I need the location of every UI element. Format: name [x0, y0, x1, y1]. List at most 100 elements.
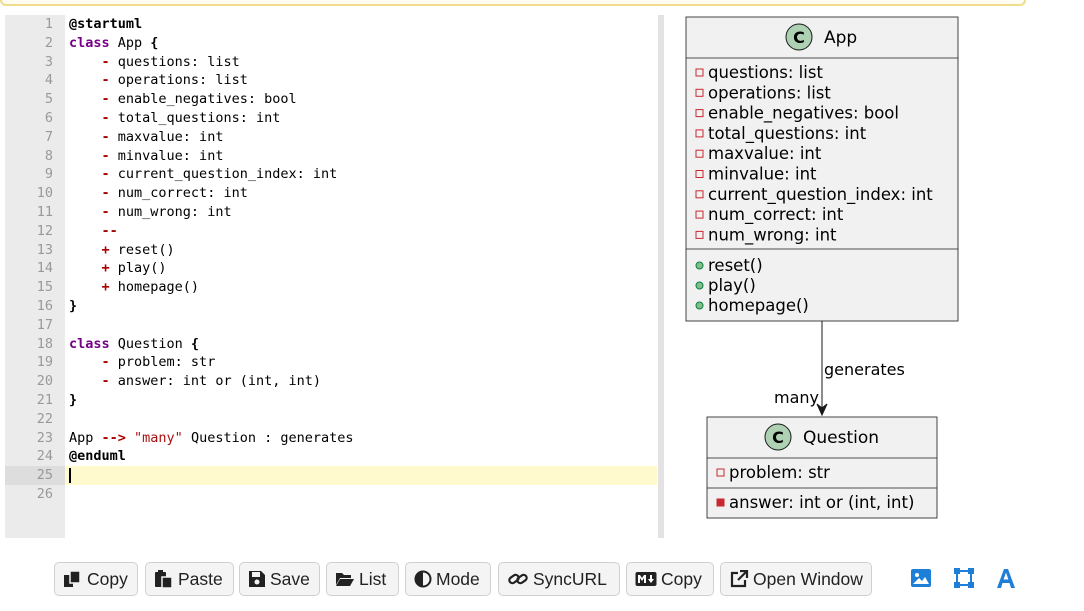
line-number: 5 — [44, 91, 53, 108]
code-line[interactable]: 8 - minvalue: int — [5, 147, 657, 166]
app-field: minvalue: int — [708, 165, 817, 184]
mode-button-label: Mode — [436, 568, 480, 589]
code-line[interactable]: 1 @startuml — [5, 15, 657, 34]
paste-button[interactable]: Paste — [145, 562, 234, 596]
code-line[interactable]: 11 - num_wrong: int — [5, 203, 657, 222]
code-line[interactable]: 25 — [5, 466, 657, 485]
code-token: answer: int or (int, int) — [109, 373, 321, 390]
code-line[interactable]: 13 + reset() — [5, 241, 657, 260]
code-line[interactable]: 23 App --> "many" Question : generates — [5, 429, 657, 448]
paste-button-label: Paste — [178, 568, 223, 589]
code-token: play() — [109, 260, 167, 277]
code-token: class — [69, 335, 110, 352]
code-line[interactable]: 19 - problem: str — [5, 353, 657, 372]
line-number: 26 — [36, 485, 53, 502]
app-field: enable_negatives: bool — [708, 104, 899, 124]
code-line[interactable]: 22 — [5, 410, 657, 429]
code-text: class App { — [69, 34, 158, 53]
code-line[interactable]: 15 + homepage() — [5, 278, 657, 297]
app-field: num_wrong: int — [708, 225, 837, 245]
code-line[interactable]: 21} — [5, 391, 657, 410]
code-line[interactable]: 12 -- — [5, 222, 657, 241]
save-button[interactable]: Save — [239, 562, 320, 596]
code-text: - num_correct: int — [69, 184, 248, 203]
code-text: - num_wrong: int — [69, 203, 232, 222]
code-token: homepage() — [109, 279, 200, 296]
line-number: 11 — [36, 203, 53, 220]
line-number: 9 — [44, 166, 53, 183]
open-window-button[interactable]: Open Window — [720, 562, 872, 596]
line-number: 24 — [36, 448, 53, 465]
syncurl-button-label: SyncURL — [533, 568, 607, 589]
list-button-label: List — [359, 568, 387, 589]
code-token: App — [109, 34, 151, 51]
code-text: - answer: int or (int, int) — [69, 372, 321, 391]
code-token: - — [101, 53, 110, 70]
contrast-icon — [414, 570, 432, 588]
code-line[interactable]: 18 class Question { — [5, 335, 657, 354]
relation-generates: generates many — [774, 321, 905, 417]
code-line[interactable]: 7 - maxvalue: int — [5, 128, 657, 147]
syncurl-button[interactable]: SyncURL — [498, 562, 620, 596]
markdown-copy-button[interactable]: Copy — [626, 562, 714, 596]
link-icon — [508, 573, 528, 585]
line-number: 8 — [44, 147, 53, 164]
code-line[interactable]: 20 - answer: int or (int, int) — [5, 372, 657, 391]
font-icon[interactable] — [994, 566, 1018, 590]
code-line[interactable]: 3 - questions: list — [5, 53, 657, 72]
code-line[interactable]: 6 - total_questions: int — [5, 109, 657, 128]
code-line[interactable]: 24 @enduml — [5, 447, 657, 466]
code-token: - — [101, 147, 110, 164]
line-number: 18 — [36, 335, 53, 352]
resize-icon[interactable] — [952, 566, 976, 590]
app-method: reset() — [708, 256, 763, 275]
code-line[interactable]: 16} — [5, 297, 657, 316]
line-number: 13 — [36, 241, 53, 258]
code-text: - minvalue: int — [69, 147, 224, 166]
question-field: answer: int or (int, int) — [729, 493, 914, 512]
code-token: } — [69, 297, 78, 314]
code-token: - — [101, 185, 110, 202]
public-visibility-icon — [695, 261, 704, 270]
code-line[interactable]: 14 + play() — [5, 259, 657, 278]
save-icon — [249, 571, 265, 587]
image-icon[interactable] — [909, 566, 933, 590]
code-line[interactable]: 17 — [5, 316, 657, 335]
line-number: 6 — [44, 109, 53, 126]
app-method: play() — [708, 276, 756, 295]
mode-button[interactable]: Mode — [405, 562, 491, 596]
code-line[interactable]: 4 - operations: list — [5, 71, 657, 90]
line-number: 20 — [36, 373, 53, 390]
code-token: num_correct: int — [109, 185, 248, 202]
code-token: maxvalue: int — [109, 128, 224, 145]
list-button[interactable]: List — [326, 562, 399, 596]
code-token: - — [101, 91, 110, 108]
editor-lines[interactable]: 1 @startuml 2 class App {3 - questions: lis… — [5, 15, 657, 504]
line-number: 14 — [36, 260, 53, 277]
code-text: @startuml — [69, 15, 142, 34]
code-line[interactable]: 9 - current_question_index: int — [5, 165, 657, 184]
app-method: homepage() — [708, 296, 809, 315]
copy-button[interactable]: Copy — [54, 562, 138, 596]
markdown-icon — [635, 572, 657, 586]
class-app-name: App — [824, 28, 857, 48]
code-token: - — [101, 72, 110, 89]
code-line[interactable]: 5 - enable_negatives: bool — [5, 90, 657, 109]
code-token: problem: str — [109, 354, 216, 371]
copy-button-label: Copy — [87, 568, 128, 589]
code-token: @startuml — [69, 16, 143, 32]
code-line[interactable]: 10 - num_correct: int — [5, 184, 657, 203]
code-token: -- — [101, 222, 118, 239]
code-token: { — [150, 34, 159, 51]
code-line[interactable]: 26 — [5, 485, 657, 504]
code-line[interactable]: 2 class App { — [5, 34, 657, 53]
line-number: 2 — [44, 34, 53, 51]
code-editor[interactable]: 1 @startuml 2 class App {3 - questions: lis… — [5, 15, 657, 538]
